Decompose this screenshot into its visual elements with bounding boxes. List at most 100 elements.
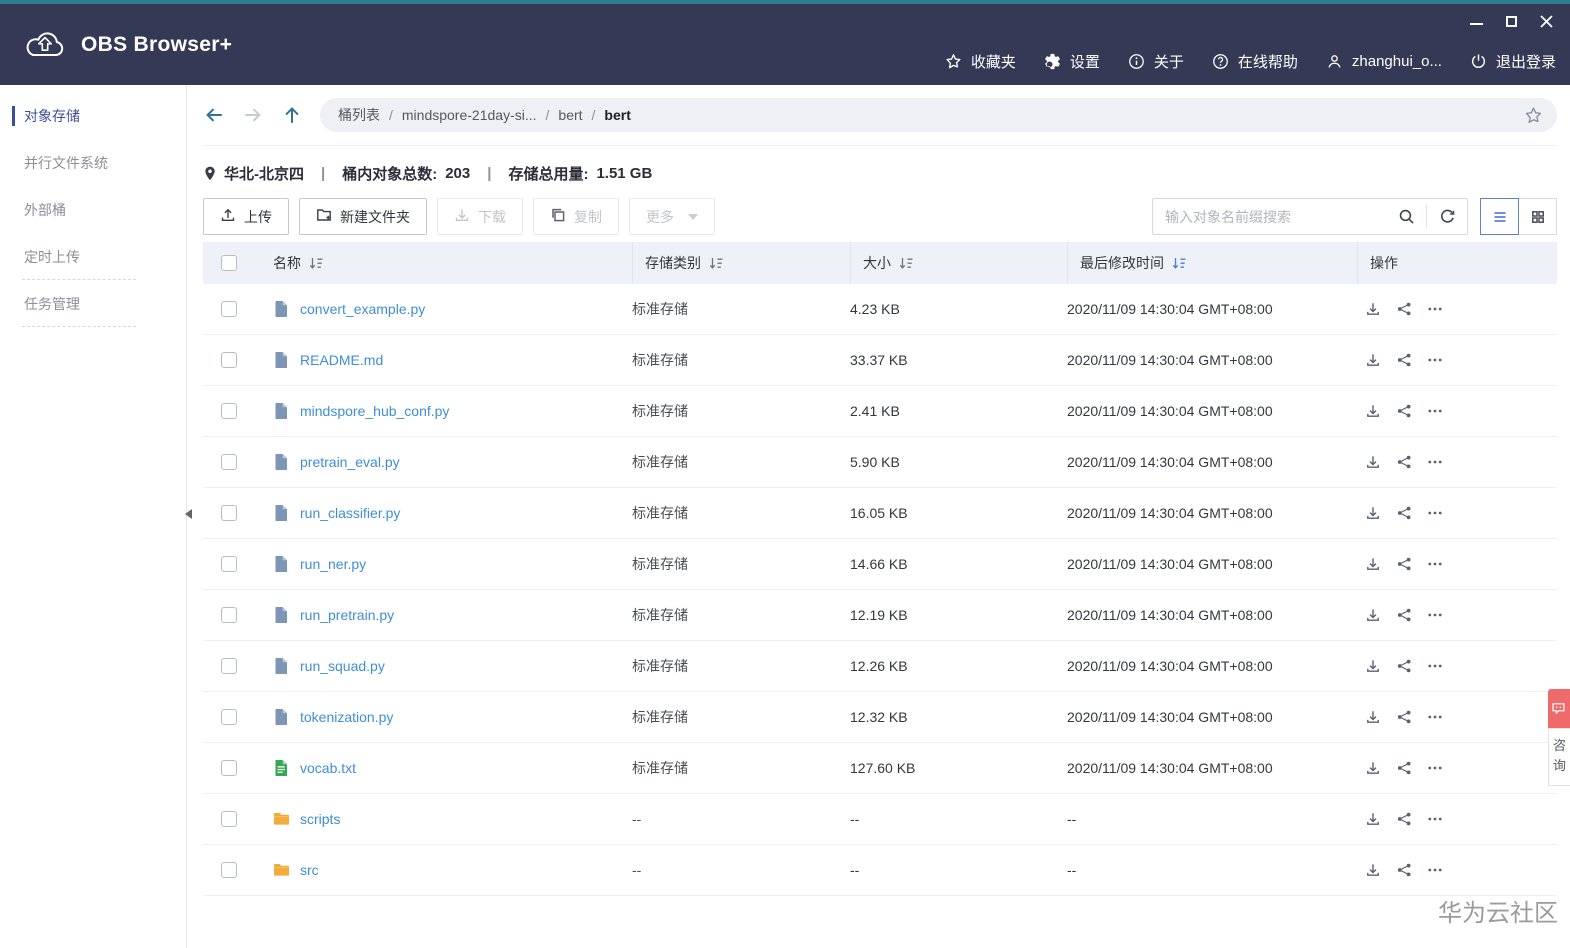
menu-item-about[interactable]: 关于 (1127, 51, 1184, 72)
more-action-icon[interactable] (1427, 658, 1443, 674)
sidebar-item-object-storage[interactable]: 对象存储 (0, 105, 186, 127)
sidebar-item-scheduled-upload[interactable]: 定时上传 (0, 246, 186, 268)
download-action-icon[interactable] (1365, 352, 1381, 368)
toolbar-download-button[interactable]: 下载 (437, 198, 523, 235)
object-name-link[interactable]: run_ner.py (300, 556, 366, 572)
row-checkbox[interactable] (221, 403, 237, 419)
menu-item-logout[interactable]: 退出登录 (1469, 51, 1556, 72)
more-action-icon[interactable] (1427, 607, 1443, 623)
sort-icon-modified-active[interactable] (1172, 256, 1187, 271)
object-name-link[interactable]: vocab.txt (300, 760, 356, 776)
breadcrumb-item[interactable]: bert (558, 107, 582, 123)
object-name-link[interactable]: run_squad.py (300, 658, 385, 674)
toolbar-more-button[interactable]: 更多 (629, 198, 715, 235)
download-action-icon[interactable] (1365, 760, 1381, 776)
sort-icon-name[interactable] (309, 256, 324, 271)
download-action-icon[interactable] (1365, 658, 1381, 674)
object-name-link[interactable]: README.md (300, 352, 383, 368)
share-action-icon[interactable] (1396, 862, 1412, 878)
forward-arrow-icon[interactable] (242, 104, 264, 126)
chat-bubble-icon[interactable] (1548, 689, 1570, 728)
toolbar-copy-button[interactable]: 复制 (533, 198, 619, 235)
object-name-link[interactable]: run_classifier.py (300, 505, 400, 521)
share-action-icon[interactable] (1396, 505, 1412, 521)
object-name-link[interactable]: pretrain_eval.py (300, 454, 400, 470)
more-action-icon[interactable] (1427, 301, 1443, 317)
download-action-icon[interactable] (1365, 862, 1381, 878)
select-all-checkbox[interactable] (221, 255, 237, 271)
download-action-icon[interactable] (1365, 607, 1381, 623)
toolbar-new-folder-button[interactable]: 新建文件夹 (299, 198, 427, 235)
sort-icon-storage[interactable] (709, 256, 724, 271)
sidebar-item-parallel-fs[interactable]: 并行文件系统 (0, 152, 186, 174)
grid-view-button[interactable] (1518, 198, 1557, 235)
object-name-link[interactable]: mindspore_hub_conf.py (300, 403, 449, 419)
sidebar-collapse-handle[interactable] (180, 509, 192, 519)
sort-icon-size[interactable] (899, 256, 914, 271)
menu-item-help[interactable]: 在线帮助 (1211, 51, 1298, 72)
object-name-link[interactable]: tokenization.py (300, 709, 393, 725)
row-checkbox[interactable] (221, 505, 237, 521)
row-checkbox[interactable] (221, 352, 237, 368)
more-action-icon[interactable] (1427, 862, 1443, 878)
download-action-icon[interactable] (1365, 556, 1381, 572)
menu-item-favorites[interactable]: 收藏夹 (944, 51, 1016, 72)
more-action-icon[interactable] (1427, 352, 1443, 368)
chat-label[interactable]: 咨询 (1548, 728, 1570, 786)
row-checkbox[interactable] (221, 301, 237, 317)
download-action-icon[interactable] (1365, 454, 1381, 470)
toolbar-upload-button[interactable]: 上传 (203, 198, 289, 235)
more-action-icon[interactable] (1427, 403, 1443, 419)
search-input[interactable] (1153, 209, 1386, 225)
menu-item-user[interactable]: zhanghui_o... (1325, 52, 1442, 71)
more-action-icon[interactable] (1427, 505, 1443, 521)
row-checkbox[interactable] (221, 760, 237, 776)
share-action-icon[interactable] (1396, 811, 1412, 827)
more-action-icon[interactable] (1427, 811, 1443, 827)
object-name-link[interactable]: run_pretrain.py (300, 607, 394, 623)
share-action-icon[interactable] (1396, 709, 1412, 725)
download-action-icon[interactable] (1365, 301, 1381, 317)
share-action-icon[interactable] (1396, 352, 1412, 368)
row-checkbox[interactable] (221, 658, 237, 674)
row-checkbox[interactable] (221, 709, 237, 725)
share-action-icon[interactable] (1396, 454, 1412, 470)
back-arrow-icon[interactable] (203, 104, 225, 126)
object-name-link[interactable]: convert_example.py (300, 301, 425, 317)
download-action-icon[interactable] (1365, 403, 1381, 419)
share-action-icon[interactable] (1396, 403, 1412, 419)
menu-item-settings[interactable]: 设置 (1043, 51, 1100, 72)
close-button[interactable] (1539, 14, 1554, 29)
sidebar-item-external-bucket[interactable]: 外部桶 (0, 199, 186, 221)
share-action-icon[interactable] (1396, 607, 1412, 623)
object-name-link[interactable]: scripts (300, 811, 340, 827)
more-action-icon[interactable] (1427, 760, 1443, 776)
share-action-icon[interactable] (1396, 556, 1412, 572)
breadcrumb-item[interactable]: 桶列表 (338, 105, 380, 125)
row-checkbox[interactable] (221, 811, 237, 827)
up-level-arrow-icon[interactable] (281, 104, 303, 126)
more-action-icon[interactable] (1427, 556, 1443, 572)
sidebar-item-task-manager[interactable]: 任务管理 (0, 293, 186, 315)
breadcrumb-item[interactable]: mindspore-21day-si... (402, 107, 537, 123)
maximize-button[interactable] (1504, 14, 1519, 29)
row-checkbox[interactable] (221, 607, 237, 623)
favorite-star-icon[interactable] (1523, 105, 1544, 126)
share-action-icon[interactable] (1396, 301, 1412, 317)
row-checkbox[interactable] (221, 454, 237, 470)
more-action-icon[interactable] (1427, 454, 1443, 470)
row-checkbox[interactable] (221, 862, 237, 878)
more-action-icon[interactable] (1427, 709, 1443, 725)
share-action-icon[interactable] (1396, 658, 1412, 674)
list-view-button[interactable] (1480, 198, 1519, 235)
refresh-icon[interactable] (1427, 199, 1467, 234)
share-action-icon[interactable] (1396, 760, 1412, 776)
download-action-icon[interactable] (1365, 709, 1381, 725)
download-action-icon[interactable] (1365, 505, 1381, 521)
download-action-icon[interactable] (1365, 811, 1381, 827)
chat-support-widget[interactable]: 咨询 (1548, 689, 1570, 786)
row-checkbox[interactable] (221, 556, 237, 572)
search-icon[interactable] (1386, 199, 1426, 234)
minimize-button[interactable] (1469, 14, 1484, 29)
object-name-link[interactable]: src (300, 862, 319, 878)
